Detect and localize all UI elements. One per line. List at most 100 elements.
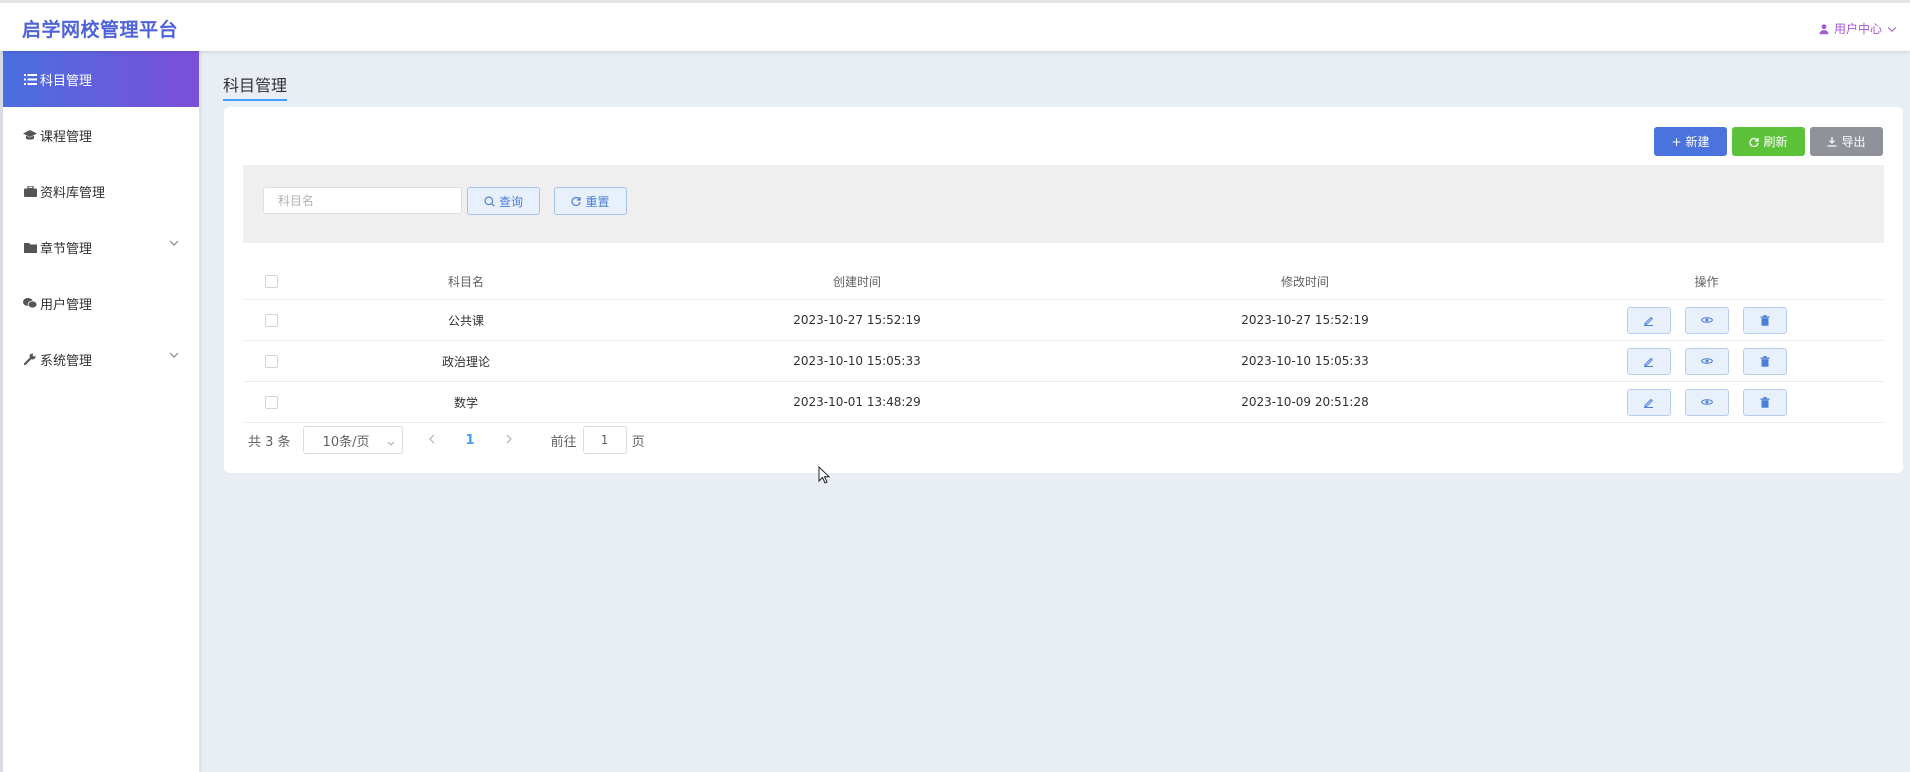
- folder-icon: [23, 240, 37, 254]
- refresh-icon: [571, 196, 582, 206]
- delete-button[interactable]: [1742, 347, 1787, 375]
- cell-modified: 2023-10-10 15:05:33: [1241, 354, 1369, 368]
- search-panel: 查询 重置: [243, 165, 1884, 243]
- app-title: 启学网校管理平台: [22, 19, 179, 41]
- cell-created: 2023-10-27 15:52:19: [793, 313, 921, 327]
- query-button[interactable]: 查询: [467, 187, 540, 215]
- column-header-ops: 操作: [1694, 275, 1719, 289]
- edit-button[interactable]: [1626, 306, 1671, 334]
- table-row: 数学 2023-10-01 13:48:29 2023-10-09 20:51:…: [243, 382, 1884, 423]
- content-card: + 新建 刷新 导出 查询 重置 科目名 创建时间: [224, 107, 1903, 473]
- sidebar-item-chapters[interactable]: 章节管理: [3, 219, 199, 275]
- view-button[interactable]: [1684, 306, 1729, 334]
- table-row: 公共课 2023-10-27 15:52:19 2023-10-27 15:52…: [243, 300, 1884, 341]
- goto-page-input[interactable]: [582, 426, 627, 454]
- query-button-label: 查询: [498, 194, 523, 209]
- view-button[interactable]: [1684, 388, 1729, 416]
- table-row: 政治理论 2023-10-10 15:05:33 2023-10-10 15:0…: [243, 341, 1884, 382]
- sidebar-item-subjects[interactable]: 科目管理: [3, 51, 199, 107]
- page-number[interactable]: 1: [466, 433, 475, 448]
- row-checkbox[interactable]: [264, 354, 278, 368]
- sidebar: 科目管理 课程管理 资料库管理 章节管理 用户管理 系统管理: [0, 51, 202, 772]
- next-page-button[interactable]: [505, 433, 513, 448]
- chevron-left-icon: [428, 434, 434, 443]
- trash-icon: [1760, 355, 1769, 367]
- subject-name-input[interactable]: [263, 187, 462, 214]
- page-title: 科目管理: [223, 72, 288, 101]
- eye-icon: [1700, 399, 1713, 405]
- chevron-right-icon: [506, 434, 512, 443]
- edit-button[interactable]: [1626, 388, 1671, 416]
- reset-button-label: 重置: [585, 194, 610, 209]
- table-header-row: 科目名 创建时间 修改时间 操作: [243, 264, 1884, 300]
- sidebar-item-library[interactable]: 资料库管理: [3, 163, 199, 219]
- select-all-checkbox[interactable]: [264, 275, 278, 288]
- chevron-down-icon: [169, 352, 179, 358]
- refresh-icon: [1749, 137, 1760, 147]
- user-center-label: 用户中心: [1833, 22, 1882, 36]
- export-button-label: 导出: [1841, 135, 1866, 149]
- sidebar-item-label: 资料库管理: [40, 185, 106, 201]
- view-button[interactable]: [1684, 347, 1729, 375]
- briefcase-icon: [23, 184, 37, 198]
- new-button-label: 新建: [1685, 135, 1710, 149]
- mouse-cursor-icon: [818, 466, 830, 484]
- subjects-table: 科目名 创建时间 修改时间 操作 公共课 2023-10-27 15:52:19…: [243, 264, 1884, 423]
- eye-icon: [1700, 317, 1713, 323]
- user-center-menu[interactable]: 用户中心: [1818, 20, 1898, 37]
- pagination-total: 共 3 条: [248, 434, 291, 450]
- reset-button[interactable]: 重置: [554, 187, 627, 215]
- page-unit-label: 页: [631, 434, 645, 450]
- sidebar-item-label: 系统管理: [40, 353, 93, 369]
- sidebar-item-users[interactable]: 用户管理: [3, 275, 199, 331]
- page-size-value: 10条/页: [322, 434, 370, 450]
- main-content: 科目管理 + 新建 刷新 导出 查询 重置: [202, 51, 1910, 772]
- cell-ops: [1529, 300, 1884, 340]
- cell-name: 政治理论: [441, 354, 490, 369]
- sidebar-item-label: 章节管理: [40, 241, 93, 257]
- page-size-select[interactable]: 10条/页: [302, 426, 403, 454]
- trash-icon: [1760, 314, 1769, 326]
- export-button[interactable]: 导出: [1810, 127, 1883, 156]
- cell-name: 数学: [453, 395, 478, 410]
- column-header-name: 科目名: [447, 275, 484, 289]
- search-icon: [484, 195, 495, 207]
- prev-page-button[interactable]: [428, 433, 436, 448]
- trash-icon: [1760, 396, 1769, 408]
- pagination: 共 3 条 10条/页 1 前往 页: [248, 426, 645, 454]
- user-icon: [1819, 23, 1829, 34]
- sidebar-item-label: 用户管理: [40, 297, 93, 313]
- cell-modified: 2023-10-27 15:52:19: [1241, 313, 1369, 327]
- edit-icon: [1644, 398, 1653, 408]
- column-header-modified: 修改时间: [1280, 275, 1329, 289]
- cell-modified: 2023-10-09 20:51:28: [1241, 395, 1369, 409]
- delete-button[interactable]: [1742, 306, 1787, 334]
- new-button[interactable]: + 新建: [1654, 127, 1727, 156]
- sidebar-item-label: 科目管理: [40, 73, 93, 89]
- chevron-down-icon: [169, 240, 179, 246]
- eye-icon: [1700, 358, 1713, 364]
- list-icon: [23, 72, 37, 86]
- chevron-down-icon: [1887, 26, 1897, 32]
- refresh-button[interactable]: 刷新: [1732, 127, 1805, 156]
- chevron-down-icon: [387, 441, 394, 446]
- download-icon: [1827, 136, 1837, 147]
- column-header-created: 创建时间: [832, 275, 881, 289]
- goto-label: 前往: [550, 434, 577, 450]
- cell-created: 2023-10-01 13:48:29: [793, 395, 921, 409]
- refresh-button-label: 刷新: [1763, 135, 1788, 149]
- wrench-icon: [23, 352, 37, 366]
- cell-ops: [1529, 341, 1884, 381]
- edit-button[interactable]: [1626, 347, 1671, 375]
- wechat-icon: [23, 296, 37, 310]
- sidebar-item-courses[interactable]: 课程管理: [3, 107, 199, 163]
- edit-icon: [1644, 357, 1653, 367]
- sidebar-item-label: 课程管理: [40, 129, 93, 145]
- cell-created: 2023-10-10 15:05:33: [793, 354, 921, 368]
- plus-icon: +: [1671, 134, 1682, 149]
- sidebar-item-system[interactable]: 系统管理: [3, 331, 199, 387]
- cell-name: 公共课: [447, 313, 484, 328]
- delete-button[interactable]: [1742, 388, 1787, 416]
- row-checkbox[interactable]: [264, 313, 278, 327]
- row-checkbox[interactable]: [264, 395, 278, 409]
